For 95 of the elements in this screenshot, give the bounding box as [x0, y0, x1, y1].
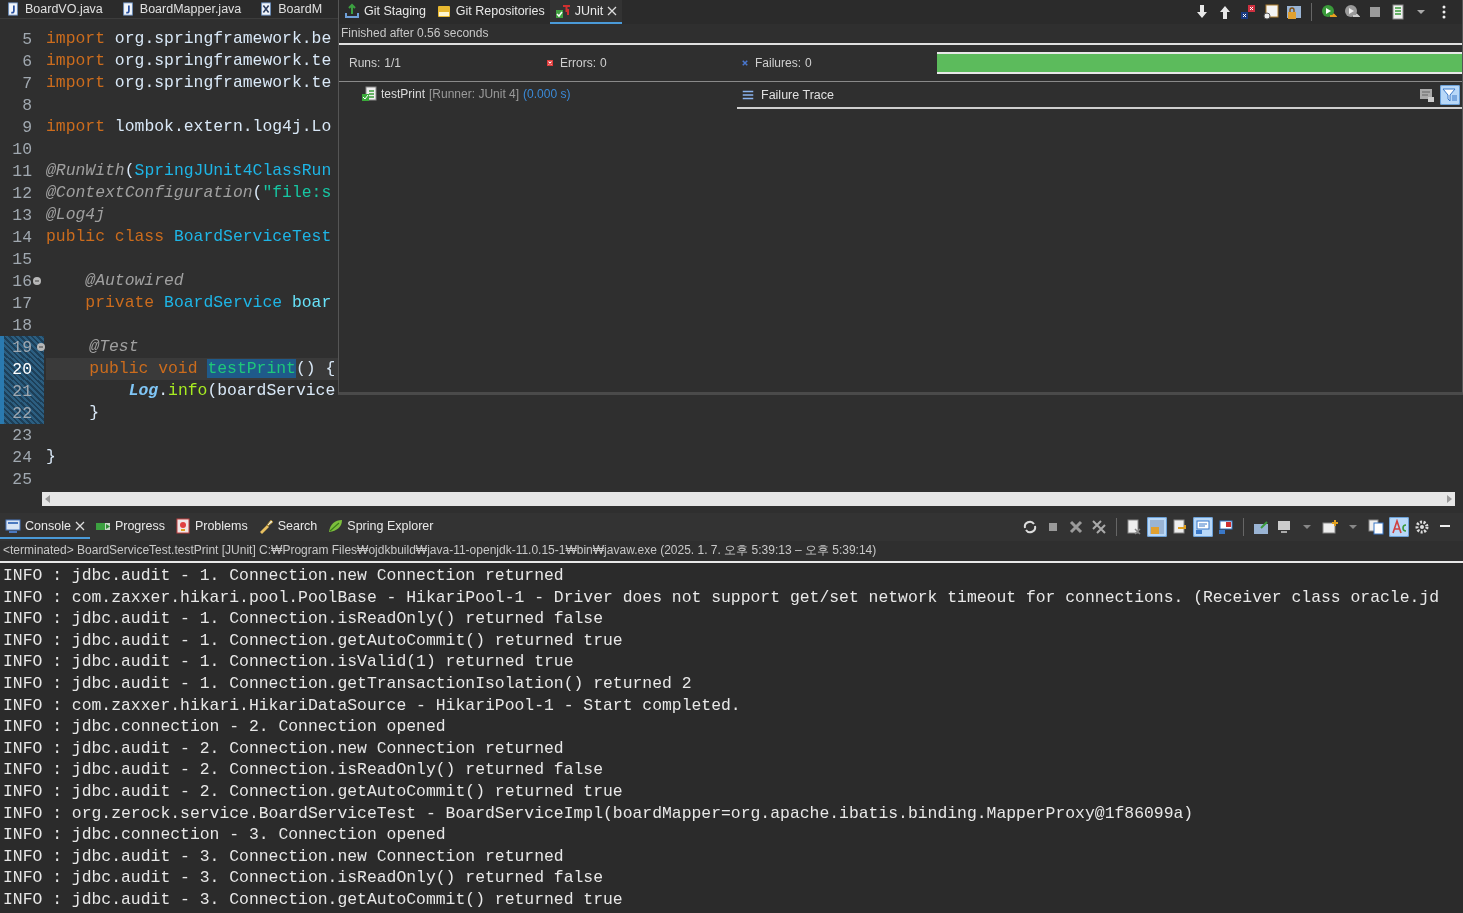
code-line: import org.springframework.te — [46, 50, 332, 72]
problems-icon — [174, 518, 191, 534]
log-line: INFO : jdbc.audit - 3. Connection.new Connection returned — [3, 845, 565, 868]
line-number: 10 — [11, 139, 32, 159]
close-icon[interactable] — [607, 6, 618, 16]
view-tab[interactable]: Search — [252, 515, 323, 539]
line-number: 6 — [21, 51, 32, 71]
editor-tab[interactable]: BoardVO.java — [0, 0, 115, 18]
code-line: public class BoardServiceTest — [46, 226, 332, 248]
log-line: INFO : jdbc.audit - 1. Connection.isReadOnly() returned false — [3, 608, 604, 630]
log-line: INFO : jdbc.audit - 2. Connection.isReadOnly() returned false — [3, 759, 604, 781]
code-line: import org.springframework.te — [46, 72, 332, 94]
failures-filter-icon[interactable] — [1238, 2, 1258, 22]
counter-label: Failures: — [755, 56, 801, 70]
line-number: 8 — [21, 95, 32, 115]
log-line: INFO : jdbc.connection - 2. Connection opened — [3, 716, 447, 738]
line-number: 19 — [11, 337, 32, 357]
view-tab[interactable]: JUnit — [549, 0, 623, 24]
counter-value: 0 — [805, 56, 812, 70]
line-number: 12 — [11, 183, 32, 203]
view-tab[interactable]: Git Repositories — [430, 0, 550, 24]
line-number: 16 — [11, 271, 32, 291]
code-line: @Log4j — [46, 204, 106, 226]
code-line: import org.springframework.be — [46, 28, 332, 50]
line-number: 9 — [21, 117, 32, 137]
stack-trace-icon — [741, 88, 755, 102]
code-line: public void testPrint() { — [88, 358, 336, 380]
junit-icon — [554, 3, 571, 19]
counter-value: 1/1 — [384, 56, 402, 70]
monitor-icon — [5, 518, 21, 534]
database-icon — [435, 3, 452, 19]
log-line: INFO : jdbc.audit - 3. Connection.isReadOnly() returned false — [3, 867, 604, 889]
code-line: @Autowired — [84, 270, 184, 292]
log-line: INFO : jdbc.audit - 1. Connection.getAutoCommit() returned true — [3, 629, 624, 652]
show-on-error-icon[interactable] — [1216, 517, 1236, 537]
status-text: Finished after 0.56 seconds — [339, 24, 1462, 45]
clear-console-icon[interactable] — [1124, 517, 1144, 537]
line-number: 18 — [11, 315, 32, 335]
log-line: INFO : jdbc.audit - 2. Connection.new Connection returned — [3, 737, 565, 760]
line-number: 14 — [11, 227, 32, 247]
code-line: import lombok.extern.log4j.Lo — [46, 116, 332, 138]
code-line: @RunWith(SpringJUnit4ClassRun — [46, 160, 332, 182]
show-on-output-icon[interactable] — [1193, 517, 1213, 537]
counter-label: Errors: — [560, 56, 596, 70]
line-number: 22 — [11, 403, 32, 423]
code-line: private BoardService boar — [84, 292, 332, 314]
code-line: } — [46, 446, 56, 468]
editor-tab[interactable]: BoardMapper.java — [114, 0, 254, 18]
log-line: INFO : jdbc.audit - 1. Connection.new Connection returned — [3, 565, 565, 587]
copy-icon[interactable] — [1366, 517, 1386, 537]
close-icon[interactable] — [74, 521, 85, 531]
new-console-icon[interactable] — [1320, 517, 1340, 537]
log-line: INFO : jdbc.audit - 1. Connection.getTransactionIsolation() returned 2 — [3, 672, 693, 695]
line-number: 20 — [11, 359, 32, 379]
leaf-icon — [327, 518, 344, 534]
passed-test-icon — [361, 86, 377, 102]
failure-icon — [739, 57, 751, 69]
counter-label: Runs: — [349, 56, 381, 70]
line-number: 17 — [11, 293, 32, 313]
code-line: @ContextConfiguration("file:s — [46, 182, 332, 204]
log-line: INFO : jdbc.audit - 3. Connection.getAutoCommit() returned true — [3, 888, 624, 911]
counter-value: 0 — [600, 56, 607, 70]
log-line: INFO : jdbc.connection - 3. Connection opened — [3, 824, 447, 846]
java-file-icon — [6, 2, 20, 16]
pane-title: Failure Trace — [761, 88, 834, 102]
xml-file-icon — [259, 2, 274, 16]
collapse-icon[interactable] — [37, 343, 45, 351]
log-line: INFO : jdbc.audit - 2. Connection.getAutoCommit() returned true — [3, 780, 624, 803]
code-line: } — [88, 402, 100, 424]
view-tab[interactable]: Git Staging — [339, 0, 431, 24]
line-number: 5 — [21, 29, 32, 49]
test-tree-item[interactable]: testPrint [Runner: JUnit 4] (0.000 s) — [361, 86, 737, 102]
line-number: 24 — [11, 447, 32, 467]
java-file-icon — [120, 2, 135, 16]
code-line: Log.info(boardService — [127, 380, 336, 402]
view-tab[interactable]: Progress — [89, 515, 170, 539]
error-icon — [544, 57, 556, 69]
log-line: INFO : jdbc.audit - 1. Connection.isValid(1) returned true — [3, 651, 575, 673]
line-number: 11 — [11, 161, 32, 181]
log-line: INFO : com.zaxxer.hikari.HikariDataSource - HikariPool-1 - Start completed. — [3, 694, 742, 717]
editor-tab[interactable]: BoardM — [253, 0, 335, 18]
line-number: 25 — [11, 469, 32, 489]
log-line: INFO : com.zaxxer.hikari.pool.PoolBase - HikariPool-1 - Driver does not support get/set network timeout for connections. (Receiver class oracle.jd — [3, 586, 1441, 609]
line-number: 21 — [11, 381, 32, 401]
filter-icon[interactable] — [1440, 85, 1460, 105]
line-number: 13 — [11, 205, 32, 225]
line-number: 7 — [21, 73, 32, 93]
log-line: INFO : org.zerock.service.BoardServiceTest - BoardServiceImpl(boardMapper=org.apache.ibatis.binding.MapperProxy@1f86099a) — [3, 802, 1195, 825]
line-number: 23 — [11, 425, 32, 445]
view-tab[interactable]: Problems — [169, 515, 253, 539]
upload-tray-icon — [344, 3, 360, 19]
code-line: @Test — [88, 336, 139, 358]
collapse-icon[interactable] — [33, 277, 41, 285]
line-number: 15 — [11, 249, 32, 269]
view-tab[interactable]: Spring Explorer — [322, 515, 439, 539]
